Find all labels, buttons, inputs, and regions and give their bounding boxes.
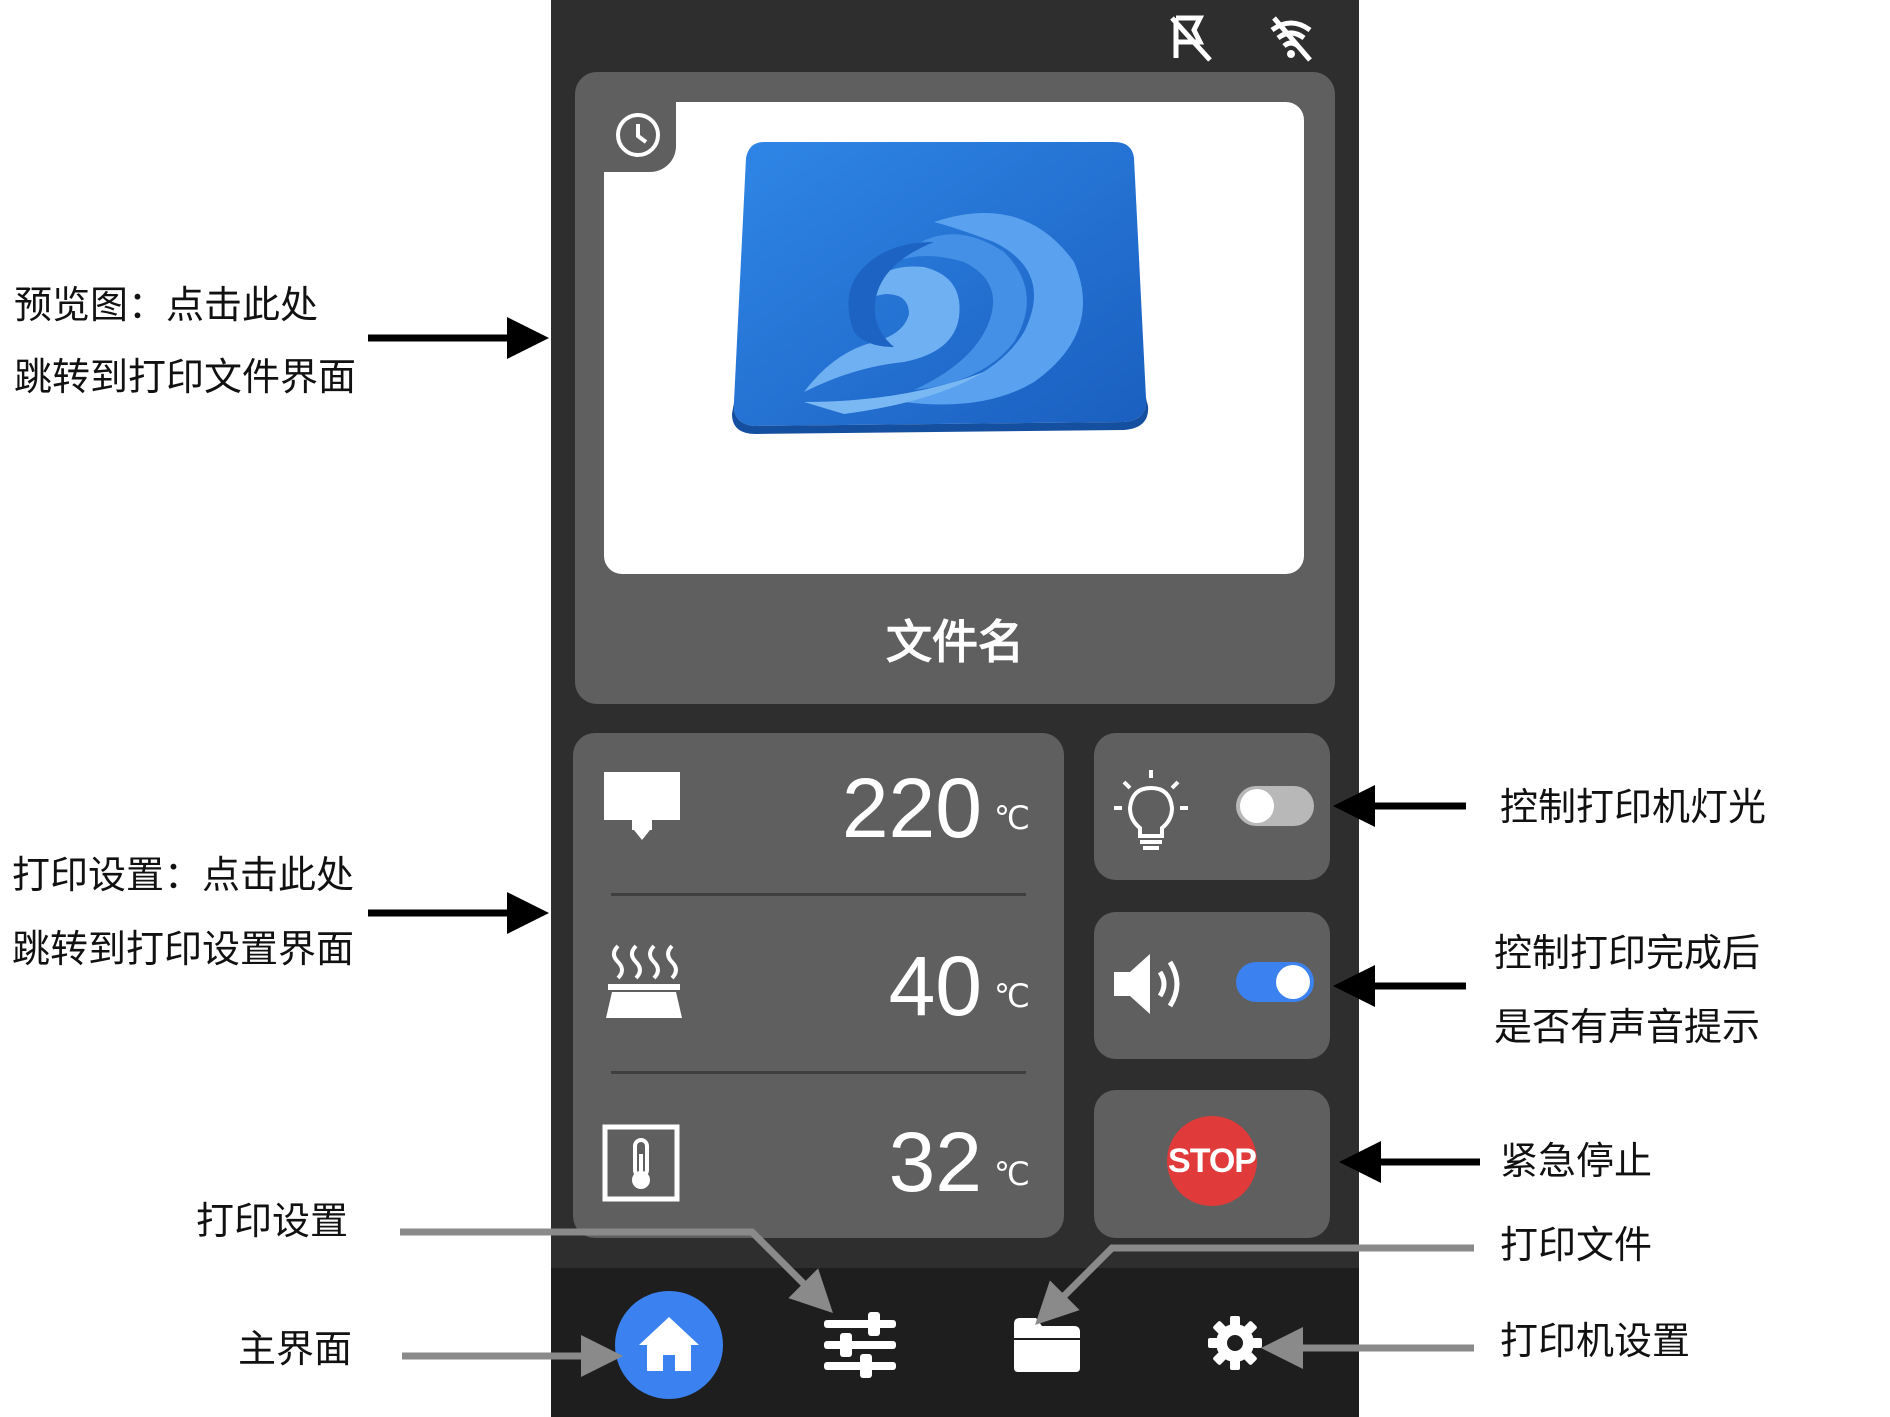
annotation-sound-line2: 是否有声音提示 [1494,1005,1761,1049]
annotation-stop: 紧急停止 [1500,1139,1653,1183]
annotation-printer-settings: 打印机设置 [1500,1319,1691,1363]
annotation-preview-line2: 跳转到打印文件界面 [14,355,357,399]
annotation-print-settings: 打印设置 [196,1199,349,1243]
annotation-preview-line1: 预览图：点击此处 [14,283,319,327]
annotation-settings-line2: 跳转到打印设置界面 [12,927,355,971]
annotation-home: 主界面 [238,1327,353,1371]
arrow-nav-print-settings [400,1228,833,1313]
annotation-print-files: 打印文件 [1500,1223,1653,1267]
annotation-sound-line1: 控制打印完成后 [1494,931,1761,975]
annotation-settings-line1: 打印设置：点击此处 [12,853,355,897]
annotation-light: 控制打印机灯光 [1500,785,1767,829]
arrow-nav-print-files [1035,1244,1474,1325]
